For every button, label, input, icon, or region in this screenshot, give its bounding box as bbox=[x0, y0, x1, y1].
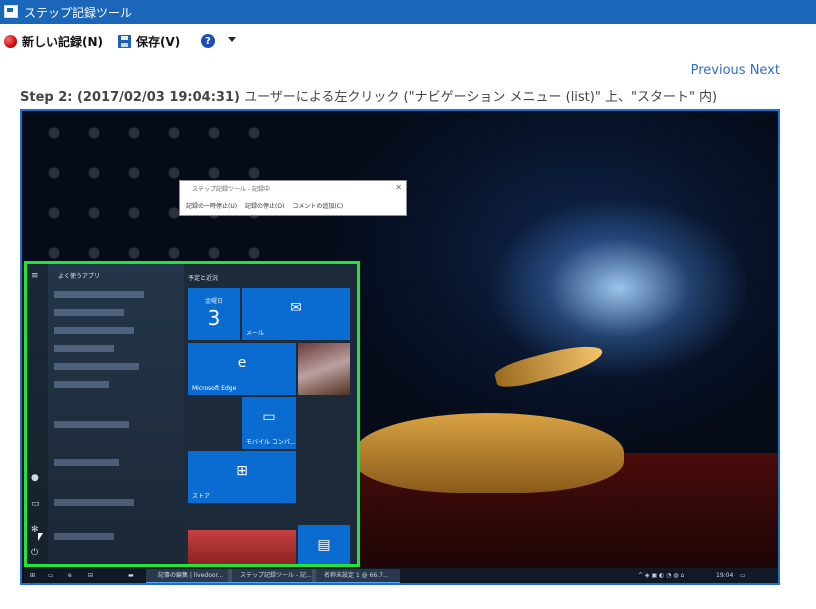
folder-taskbar-icon: ▬ bbox=[128, 572, 134, 579]
steps-recorder-mini-toolbar: 記録の一時停止(U) 記録の停止(O) コメントの追加(C) bbox=[186, 201, 349, 210]
stop-recording-label: 記録の停止(O) bbox=[245, 203, 285, 210]
title-bar: ステップ記録ツール bbox=[0, 0, 816, 24]
steps-recorder-mini-window: ステップ記録ツール - 記録中 ✕ 記録の一時停止(U) 記録の停止(O) コメ… bbox=[179, 180, 407, 216]
step-screenshot-frame: ステップ記録ツール - 記録中 ✕ 記録の一時停止(U) 記録の停止(O) コメ… bbox=[20, 109, 780, 585]
previous-link[interactable]: Previous bbox=[691, 63, 746, 78]
save-button[interactable]: 保存(V) bbox=[118, 31, 180, 51]
store-taskbar-icon: ⊟ bbox=[88, 572, 94, 579]
click-highlight bbox=[24, 261, 360, 567]
edge-taskbar-icon: e bbox=[68, 572, 72, 579]
taskbar-app-blog-editor: 記事の編集 | livedoor... bbox=[146, 569, 232, 583]
next-link[interactable]: Next bbox=[750, 63, 780, 78]
help-icon: ? bbox=[201, 34, 215, 48]
help-button[interactable]: ? bbox=[201, 31, 215, 51]
taskbar-app-untitled: 名称未設定 1 @ 66.7... bbox=[312, 569, 400, 583]
mouse-cursor-icon bbox=[38, 533, 43, 541]
step-title: Step 2: (2017/02/03 19:04:31) ユーザーによる左クリ… bbox=[20, 86, 717, 105]
new-recording-button[interactable]: 新しい記録(N) bbox=[4, 31, 103, 51]
taskbar: ⊞ ▭ e ⊟ ▬ 記事の編集 | livedoor... ステップ記録ツール … bbox=[24, 568, 778, 583]
steps-recorder-mini-title: ステップ記録ツール - 記録中 bbox=[192, 186, 270, 193]
taskbar-app-steps-recorder: ステップ記録ツール - 記... bbox=[228, 569, 316, 583]
new-recording-label: 新しい記録(N) bbox=[22, 34, 104, 49]
close-icon: ✕ bbox=[395, 183, 402, 192]
step-navigation: Previous Next bbox=[691, 63, 780, 78]
step-id: Step 2: (2017/02/03 19:04:31) bbox=[20, 90, 240, 105]
app-icon bbox=[4, 5, 18, 18]
pause-recording-label: 記録の一時停止(U) bbox=[186, 203, 238, 210]
save-label: 保存(V) bbox=[136, 34, 181, 49]
wallpaper-lamp-spout bbox=[492, 339, 606, 392]
help-dropdown-caret-icon[interactable] bbox=[228, 37, 236, 42]
floppy-icon bbox=[118, 34, 131, 48]
wallpaper-lamp bbox=[354, 413, 624, 493]
action-center-icon: ▭ bbox=[740, 572, 746, 579]
window-title: ステップ記録ツール bbox=[24, 6, 133, 20]
step-description: ユーザーによる左クリック ("ナビゲーション メニュー (list)" 上、"ス… bbox=[244, 90, 718, 105]
windows-start-icon: ⊞ bbox=[30, 572, 36, 579]
add-comment-label: コメントの追加(C) bbox=[292, 203, 344, 210]
toolbar: 新しい記録(N) 保存(V) ? bbox=[0, 28, 816, 54]
task-view-icon: ▭ bbox=[48, 572, 54, 579]
tray-icons: ^ ◈ ▣ ◐ ◔ ◍ ⌂ bbox=[638, 572, 685, 579]
step-screenshot: ステップ記録ツール - 記録中 ✕ 記録の一時停止(U) 記録の停止(O) コメ… bbox=[24, 113, 778, 583]
record-icon bbox=[4, 34, 17, 48]
taskbar-clock: 19:04 bbox=[716, 572, 734, 579]
